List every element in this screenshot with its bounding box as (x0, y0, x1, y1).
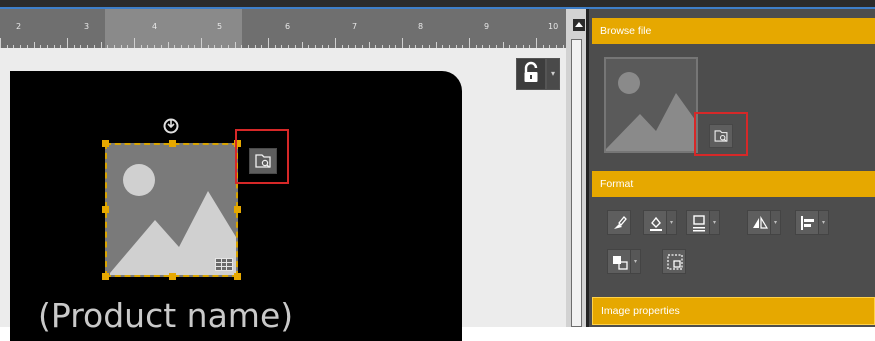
flip-icon (753, 215, 769, 229)
paint-brush-icon (614, 216, 627, 229)
ruler-label: 3 (84, 22, 90, 31)
product-name-text[interactable]: (Product name) (38, 296, 293, 335)
format-section-header[interactable]: Format (592, 171, 875, 197)
window-top-bar (0, 0, 875, 9)
ruler-tick (0, 38, 1, 48)
ruler-label: 5 (217, 22, 223, 31)
unlock-icon (524, 61, 538, 82)
align-left-icon (801, 216, 814, 230)
ruler-tick (536, 38, 537, 48)
rotate-handle-icon[interactable] (162, 117, 180, 135)
ruler-label: 2 (16, 22, 22, 31)
highlight-box (694, 112, 748, 156)
browse-file-section-header[interactable]: Browse file (592, 18, 875, 44)
flip-dropdown[interactable]: ▾ (771, 210, 781, 235)
table-icon[interactable] (215, 258, 233, 271)
ruler-tick (67, 38, 68, 48)
ruler-tick (469, 38, 470, 48)
ruler-tick (201, 38, 202, 48)
align-dropdown[interactable]: ▾ (819, 210, 829, 235)
ruler-label: 6 (285, 22, 291, 31)
image-placeholder-icon (606, 59, 696, 151)
lock-dropdown[interactable]: ▾ (546, 58, 560, 90)
ruler-tick (402, 38, 403, 48)
border-button[interactable] (686, 210, 710, 235)
arrange-icon (613, 256, 628, 270)
border-dropdown[interactable]: ▾ (710, 210, 720, 235)
highlight-box (235, 129, 289, 184)
ruler-label: 8 (418, 22, 424, 31)
selected-image-object[interactable] (102, 140, 241, 280)
image-properties-section-header[interactable]: Image properties (592, 297, 875, 325)
panel-divider[interactable] (586, 9, 589, 327)
ruler-tick (134, 38, 135, 48)
fill-bucket-icon (650, 216, 662, 231)
border-icon (693, 215, 705, 232)
ruler-label: 7 (352, 22, 358, 31)
lock-button[interactable] (516, 58, 546, 90)
image-placeholder-icon (107, 145, 236, 275)
scrollbar-thumb[interactable] (571, 39, 582, 327)
resize-button[interactable] (662, 249, 686, 274)
align-button[interactable] (795, 210, 819, 235)
horizontal-ruler: 2 3 4 5 6 7 8 9 10 (0, 9, 566, 48)
ruler-tick (335, 38, 336, 48)
ruler-label: 4 (152, 22, 158, 31)
arrange-dropdown[interactable]: ▾ (631, 249, 641, 274)
arrange-button[interactable] (607, 249, 631, 274)
resize-icon (667, 254, 683, 270)
scroll-up-icon[interactable] (573, 19, 585, 31)
fill-color-button[interactable] (643, 210, 667, 235)
flip-button[interactable] (747, 210, 771, 235)
ruler-label: 10 (548, 22, 559, 31)
ruler-label: 9 (484, 22, 490, 31)
ruler-tick (268, 38, 269, 48)
paint-brush-button[interactable] (607, 210, 631, 235)
fill-color-dropdown[interactable]: ▾ (667, 210, 677, 235)
image-preview (604, 57, 698, 153)
